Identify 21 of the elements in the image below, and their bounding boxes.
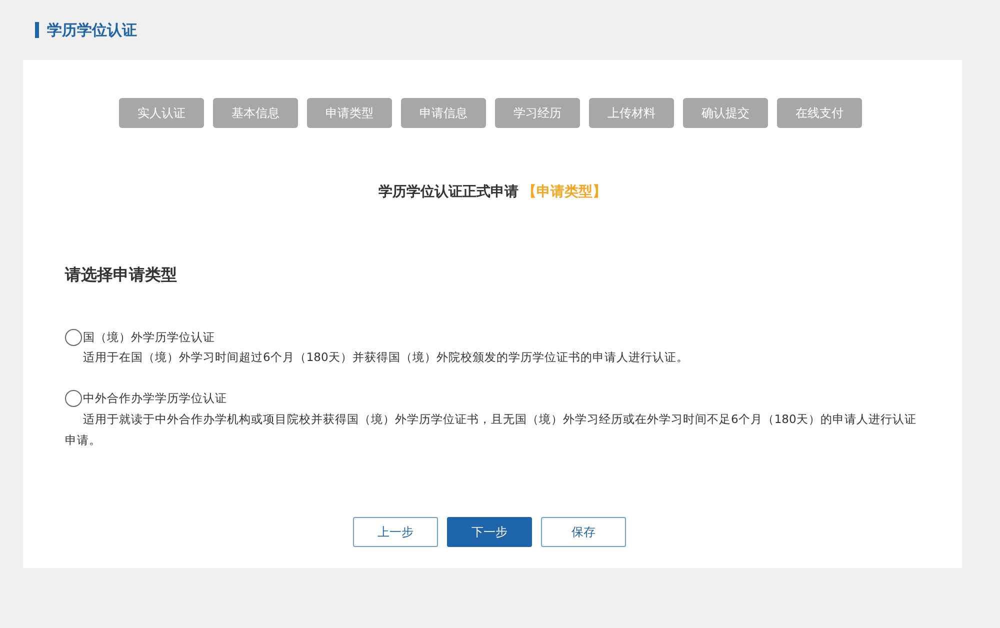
step-tab[interactable]: 上传材料 xyxy=(589,98,674,128)
step-tab[interactable]: 申请信息 xyxy=(401,98,486,128)
step-tab[interactable]: 在线支付 xyxy=(777,98,862,128)
step-button[interactable]: 保存 xyxy=(541,517,626,547)
option-description: 适用于就读于中外合作办学机构或项目院校并获得国（境）外学历学位证书，且无国（境）外学习经历或在外学习时间不足6个月（180天）的申请人进行认证申请。 xyxy=(65,410,918,448)
section-heading: 请选择申请类型 xyxy=(65,264,178,286)
step-tab[interactable]: 实人认证 xyxy=(119,98,204,128)
page-title: 学历学位认证 xyxy=(47,20,137,41)
option-label: 中外合作办学学历学位认证 xyxy=(83,390,227,408)
form-step-label: 【申请类型】 xyxy=(522,183,606,202)
step-tab[interactable]: 申请类型 xyxy=(307,98,392,128)
form-title: 学历学位认证正式申请 xyxy=(378,183,518,202)
radio-button[interactable] xyxy=(65,390,82,408)
step-button[interactable]: 上一步 xyxy=(353,517,438,547)
step-tab[interactable]: 确认提交 xyxy=(683,98,768,128)
radio-button[interactable] xyxy=(65,329,82,346)
step-tab[interactable]: 基本信息 xyxy=(213,98,298,128)
option-description: 适用于在国（境）外学习时间超过6个月（180天）并获得国（境）外院校颁发的学历学位证书的申请人进行认证。 xyxy=(82,349,690,366)
option-label: 国（境）外学历学位认证 xyxy=(83,329,215,346)
step-button[interactable]: 下一步 xyxy=(447,517,532,547)
step-tab[interactable]: 学习经历 xyxy=(495,98,580,128)
